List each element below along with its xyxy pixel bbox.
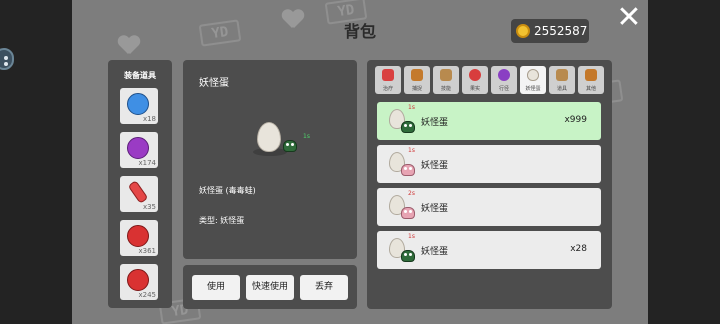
tab-label: 其他 (585, 86, 596, 92)
item-count: x361 (138, 247, 156, 255)
detail-item-name: 妖怪蛋 (199, 78, 229, 89)
tab-xingjing[interactable]: 行径 (491, 66, 517, 94)
row-count: x999 (564, 115, 587, 125)
green-frog-icon (401, 250, 415, 262)
bag-panel: YD YD YD YD YD 背包 2552587 ✕ 装备道具 x18 x17… (72, 0, 648, 324)
green-frog-icon (401, 121, 415, 133)
action-bar: 使用 快速使用 丢弃 (183, 265, 357, 309)
quick-use-button[interactable]: 快速使用 (246, 275, 294, 300)
item-count: x174 (138, 159, 156, 167)
row-time: 1s (408, 147, 415, 154)
coin-icon (516, 24, 530, 38)
tab-label: 妖怪蛋 (525, 86, 541, 92)
discard-button[interactable]: 丢弃 (300, 275, 348, 300)
equip-slot-red-berry-2[interactable]: x245 (120, 264, 158, 300)
row-time: 1s (408, 104, 415, 111)
scroll-icon (440, 69, 452, 81)
purple-candy-icon (127, 137, 149, 159)
potion-icon (127, 180, 149, 204)
egg-icon (527, 69, 539, 81)
currency-display: 2552587 (511, 19, 589, 43)
item-count: x35 (142, 203, 156, 211)
tab-items[interactable]: 道具 (549, 66, 575, 94)
tab-label: 捕捉 (411, 86, 422, 92)
tab-capture[interactable]: 捕捉 (404, 66, 430, 94)
equip-slot-blue-candy[interactable]: x18 (120, 88, 158, 124)
inventory-panel: 治疗 捕捉 技能 果实 行径 妖怪蛋 道具 其他 1s 妖怪蛋 x999 1s … (367, 60, 612, 309)
equip-slot-red-berry[interactable]: x361 (120, 220, 158, 256)
grape-icon (498, 69, 510, 81)
blue-candy-icon (127, 93, 149, 115)
tab-label: 果实 (469, 86, 480, 92)
tab-label: 道具 (556, 86, 567, 92)
use-button[interactable]: 使用 (192, 275, 240, 300)
tab-label: 治疗 (382, 86, 393, 92)
row-name: 妖怪蛋 (421, 247, 449, 257)
fruit-icon (469, 69, 481, 81)
tab-fruit[interactable]: 果实 (462, 66, 488, 94)
berry-icon (127, 269, 149, 291)
tab-monster-egg[interactable]: 妖怪蛋 (520, 66, 546, 94)
item-count: x18 (142, 115, 156, 123)
pink-creature-icon (401, 207, 415, 219)
bag-icon (411, 69, 423, 81)
inventory-row[interactable]: 2s 妖怪蛋 (377, 188, 601, 226)
detail-time-tag: 1s (303, 133, 310, 140)
row-name: 妖怪蛋 (421, 204, 449, 214)
tab-heal[interactable]: 治疗 (375, 66, 401, 94)
row-name: 妖怪蛋 (421, 118, 449, 128)
detail-type: 类型: 妖怪蛋 (199, 216, 245, 225)
currency-value: 2552587 (534, 24, 588, 38)
chest-icon (585, 69, 597, 81)
row-time: 2s (408, 190, 415, 197)
tab-other[interactable]: 其他 (578, 66, 604, 94)
left-dim-area (0, 0, 72, 324)
row-count: x28 (570, 244, 587, 254)
row-time: 1s (408, 233, 415, 240)
green-frog-icon (283, 140, 297, 152)
right-dim-area (648, 0, 720, 324)
close-button[interactable]: ✕ (614, 3, 644, 34)
equip-slot-red-potion[interactable]: x35 (120, 176, 158, 212)
item-detail-panel: 妖怪蛋 1s 妖怪蛋 (毒毒蛙) 类型: 妖怪蛋 (183, 60, 357, 259)
tab-skill[interactable]: 技能 (433, 66, 459, 94)
detail-description: 妖怪蛋 (毒毒蛙) (199, 186, 256, 195)
box-icon (556, 69, 568, 81)
berry-icon (127, 225, 149, 247)
monster-egg-icon (257, 122, 281, 152)
equipment-panel: 装备道具 x18 x174 x35 x361 x245 (108, 60, 172, 308)
tab-label: 技能 (440, 86, 451, 92)
item-count: x245 (138, 291, 156, 299)
inventory-row[interactable]: 1s 妖怪蛋 (377, 145, 601, 183)
equip-slot-purple-candy[interactable]: x174 (120, 132, 158, 168)
row-name: 妖怪蛋 (421, 161, 449, 171)
inventory-row[interactable]: 1s 妖怪蛋 x999 (377, 102, 601, 140)
tab-label: 行径 (498, 86, 509, 92)
inventory-row[interactable]: 1s 妖怪蛋 x28 (377, 231, 601, 269)
red-cross-icon (382, 69, 394, 81)
pink-creature-icon (401, 164, 415, 176)
equipment-title: 装备道具 (124, 71, 156, 80)
